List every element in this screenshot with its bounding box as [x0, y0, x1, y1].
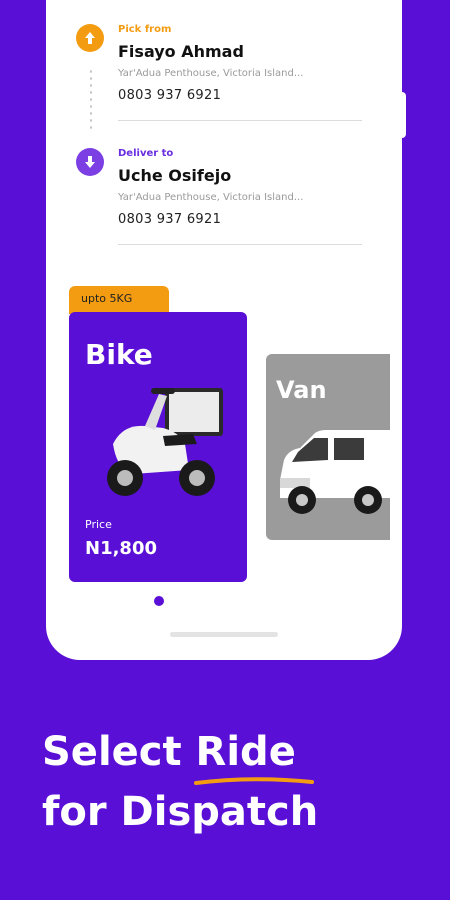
weight-badge: upto 5KG — [69, 286, 169, 314]
delivery-phone: 0803 937 6921 — [118, 212, 222, 227]
headline-line-2: for Dispatch — [42, 789, 319, 835]
pickup-address: Yar'Adua Penthouse, Victoria Island... — [118, 68, 304, 79]
phone-frame: Pick from Fisayo Ahmad Yar'Adua Penthous… — [46, 0, 402, 660]
headline-line-1: Select Ride — [42, 722, 318, 785]
headline-highlight: Ride — [193, 722, 314, 785]
headline-highlight-text: Ride — [195, 729, 296, 775]
divider — [118, 244, 362, 245]
route-connector — [90, 68, 92, 130]
home-indicator — [170, 632, 278, 637]
pickup-label: Pick from — [118, 24, 172, 35]
van-image — [274, 420, 390, 524]
underline-swoosh-icon — [193, 777, 314, 785]
headline: Select Ride for Dispatch — [42, 722, 318, 842]
price-label: Price — [85, 518, 112, 531]
scooter-image — [93, 374, 233, 508]
arrow-up-circle-icon — [76, 24, 104, 52]
ride-card-van[interactable]: Van — [266, 354, 390, 540]
ride-title: Bike — [85, 338, 153, 371]
ride-title: Van — [276, 376, 327, 404]
divider — [118, 120, 362, 121]
delivery-name: Uche Osifejo — [118, 166, 232, 185]
ride-card-bike[interactable]: Bike Price N1,800 — [69, 312, 247, 582]
carousel-indicator-dot[interactable] — [154, 596, 164, 606]
pickup-phone: 0803 937 6921 — [118, 88, 222, 103]
arrow-down-circle-icon — [76, 148, 104, 176]
phone-side-button — [400, 92, 406, 138]
delivery-label: Deliver to — [118, 148, 174, 159]
pickup-name: Fisayo Ahmad — [118, 42, 244, 61]
price-value: N1,800 — [85, 538, 157, 559]
headline-text: Select — [42, 729, 196, 775]
delivery-address: Yar'Adua Penthouse, Victoria Island... — [118, 192, 304, 203]
